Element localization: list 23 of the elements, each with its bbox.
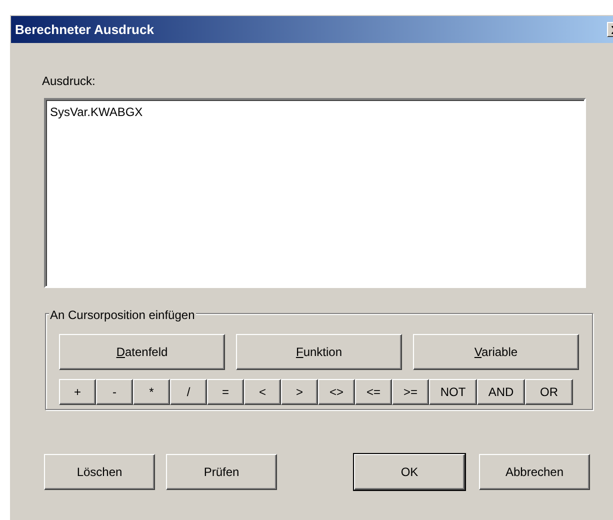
dialog-button[interactable]: Prüfen bbox=[166, 454, 277, 490]
insert-button[interactable]: Variable bbox=[413, 334, 579, 370]
operator-button[interactable]: * bbox=[133, 379, 170, 405]
insert-button[interactable]: Funktion bbox=[236, 334, 402, 370]
expression-field[interactable]: SysVar.KWABGX bbox=[44, 98, 586, 288]
dialog-button[interactable]: Abbrechen bbox=[479, 454, 590, 490]
dialog-button[interactable]: Löschen bbox=[44, 454, 155, 490]
operator-button[interactable]: <= bbox=[355, 379, 392, 405]
operator-button[interactable]: - bbox=[96, 379, 133, 405]
window-title: Berechneter Ausdruck bbox=[15, 20, 154, 39]
dialog-button[interactable]: OK bbox=[354, 454, 465, 490]
operator-button[interactable]: / bbox=[170, 379, 207, 405]
expression-label: Ausdruck: bbox=[42, 74, 96, 88]
operator-button[interactable]: < bbox=[244, 379, 281, 405]
operator-button[interactable]: + bbox=[59, 379, 96, 405]
operator-button[interactable]: <> bbox=[318, 379, 355, 405]
operator-button[interactable]: NOT bbox=[429, 379, 477, 405]
operator-button[interactable]: OR bbox=[525, 379, 573, 405]
operator-button[interactable]: > bbox=[281, 379, 318, 405]
operator-button[interactable]: = bbox=[207, 379, 244, 405]
operator-button[interactable]: AND bbox=[477, 379, 525, 405]
operator-button[interactable]: >= bbox=[392, 379, 429, 405]
insert-button[interactable]: Datenfeld bbox=[59, 334, 225, 370]
